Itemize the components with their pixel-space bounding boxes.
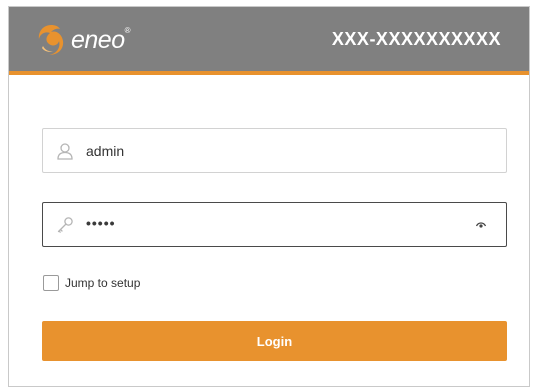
login-button[interactable]: Login [42, 321, 507, 361]
username-field[interactable]: admin [42, 128, 507, 173]
password-field[interactable]: ••••• [42, 202, 507, 247]
jump-to-setup-row[interactable]: Jump to setup [43, 275, 140, 291]
header-bar: eneo® XXX-XXXXXXXXXX [9, 7, 529, 75]
password-value: ••••• [86, 215, 116, 231]
brand-logo: eneo® [37, 23, 131, 57]
login-card: eneo® XXX-XXXXXXXXXX admin ••••• Jump to… [8, 6, 530, 387]
device-name: XXX-XXXXXXXXXX [331, 29, 501, 49]
eneo-logo-icon [38, 25, 64, 55]
username-value: admin [86, 143, 125, 159]
user-icon [57, 143, 73, 160]
key-icon [57, 217, 73, 233]
eye-icon[interactable] [476, 221, 486, 228]
jump-to-setup-checkbox[interactable] [43, 275, 59, 291]
brand-name: eneo® [71, 25, 131, 54]
jump-to-setup-label[interactable]: Jump to setup [65, 276, 140, 290]
